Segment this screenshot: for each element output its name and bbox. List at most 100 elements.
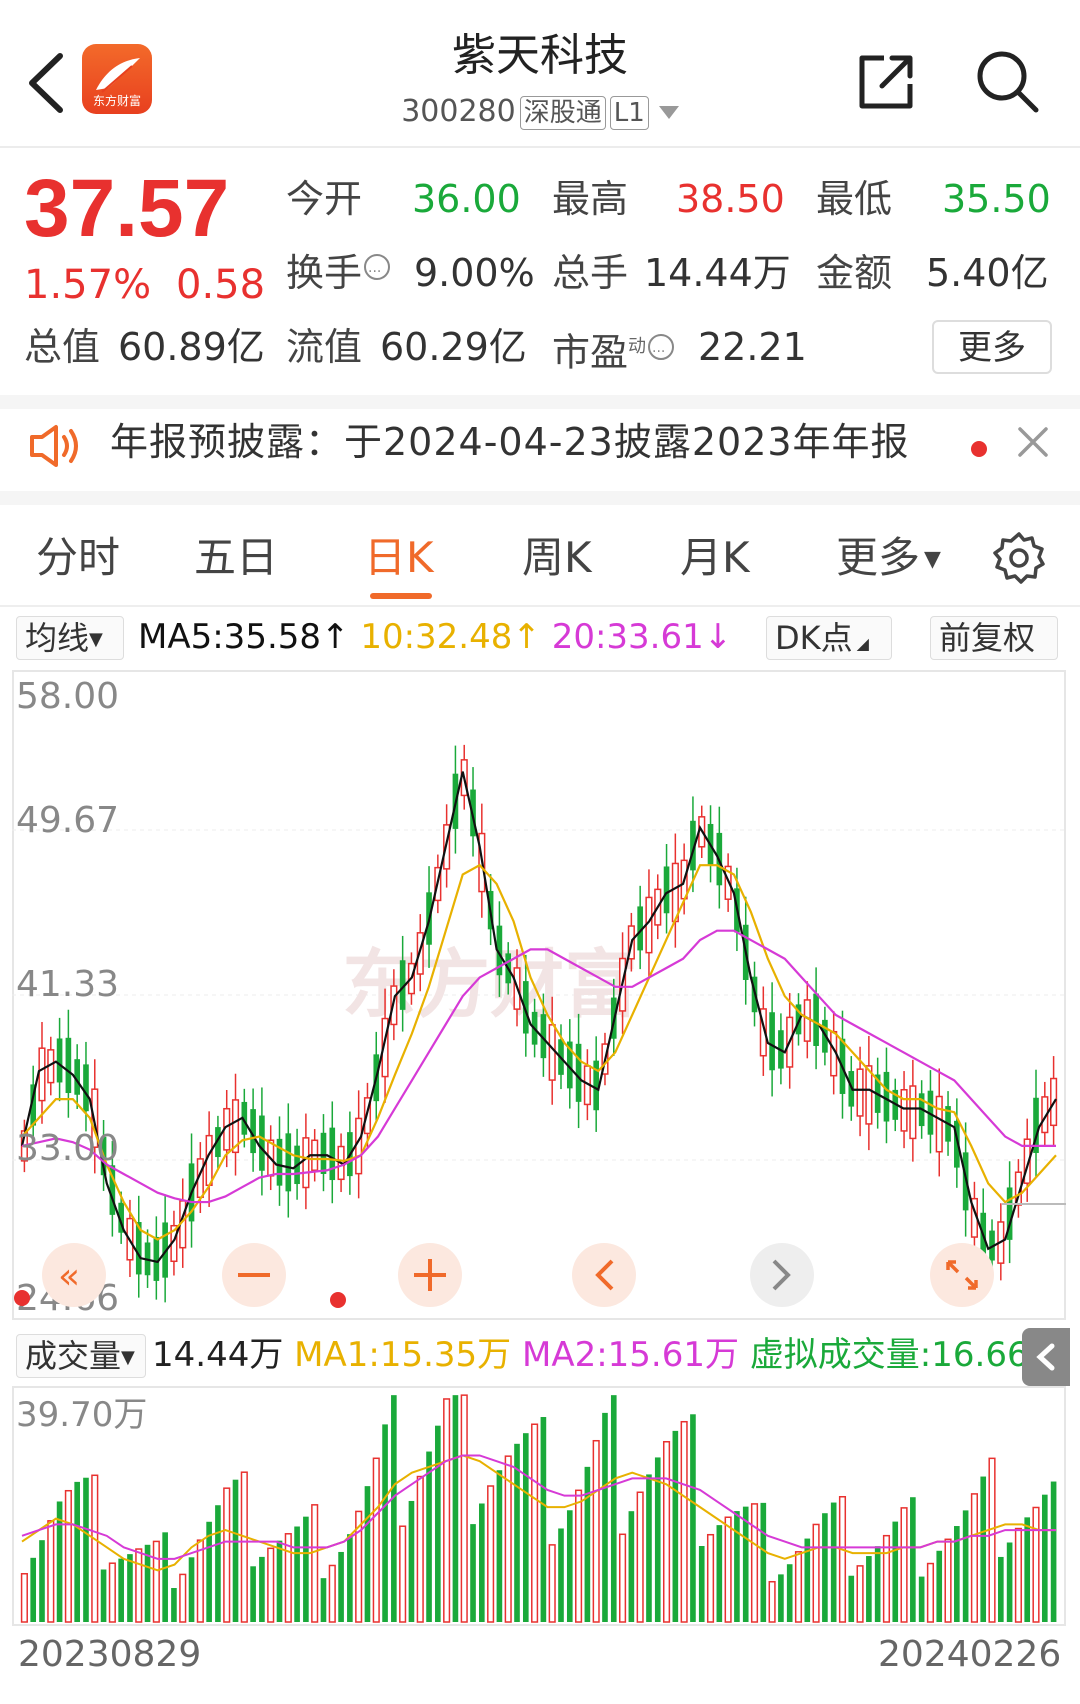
- volume-bar: [276, 1540, 283, 1622]
- volume-bar: [1032, 1506, 1040, 1623]
- event-dot[interactable]: [14, 1290, 30, 1306]
- volume-bar: [672, 1430, 679, 1622]
- volume-y-tick-max: 39.70万: [16, 1395, 147, 1435]
- tab-monthly-k[interactable]: 月K: [680, 531, 750, 585]
- volume-bar: [1041, 1494, 1048, 1622]
- volume-bar: [680, 1420, 688, 1623]
- turnover-label[interactable]: 换手: [286, 247, 391, 298]
- ma-selector[interactable]: 均线▼: [16, 616, 124, 660]
- ma20-down-arrow-icon: ↓: [703, 617, 733, 657]
- stock-name: 紫天科技: [452, 30, 628, 81]
- volume-bar: [364, 1486, 371, 1622]
- unread-dot: [971, 441, 987, 457]
- search-icon[interactable]: [972, 46, 1042, 116]
- zoom-in-button[interactable]: [398, 1243, 462, 1307]
- volume-bar: [742, 1506, 749, 1622]
- volume-bar: [566, 1510, 573, 1622]
- pe-label[interactable]: 市盈动: [552, 322, 675, 378]
- volume-bar: [838, 1496, 847, 1623]
- scroll-to-start-button[interactable]: «: [42, 1243, 106, 1307]
- change-percent: 1.57%: [24, 262, 152, 308]
- zoom-out-button[interactable]: [222, 1243, 286, 1307]
- volume-bar: [628, 1511, 635, 1622]
- indicator-selector[interactable]: 成交量▼: [16, 1334, 146, 1378]
- volume-bar: [900, 1507, 908, 1623]
- back-arrow-icon[interactable]: [22, 48, 72, 118]
- x-end-date: 20240226: [878, 1634, 1062, 1675]
- volume-bar: [372, 1457, 380, 1623]
- volume-bar: [223, 1487, 231, 1623]
- dk-point-button[interactable]: DK点 ◢: [766, 616, 892, 660]
- volume-bar: [892, 1521, 899, 1622]
- volume-bar: [39, 1540, 45, 1622]
- mktcap-label: 总值: [24, 325, 101, 369]
- volume-bar: [926, 1562, 935, 1623]
- candlestick-chart[interactable]: 东方财富 58.00 49.67 41.33 33.00 24.66 «: [12, 670, 1066, 1320]
- volume-bar: [320, 1578, 327, 1622]
- volume-bar: [706, 1533, 715, 1623]
- share-icon[interactable]: [852, 46, 922, 116]
- settings-gear-icon[interactable]: [990, 529, 1048, 587]
- event-dot[interactable]: [330, 1292, 346, 1308]
- pan-left-button[interactable]: [572, 1243, 636, 1307]
- volume-bar: [416, 1475, 424, 1623]
- tab-more[interactable]: 更多 ▼: [836, 531, 941, 587]
- high-value: 38.50: [676, 177, 785, 221]
- change-amount: 0.58: [176, 262, 266, 308]
- tab-daily-k[interactable]: 日K: [364, 531, 434, 585]
- candle: [302, 1137, 310, 1189]
- candle: [329, 1127, 336, 1181]
- volume-bar: [980, 1476, 987, 1622]
- volume-bar: [1006, 1542, 1013, 1622]
- volume-label: 总手: [552, 251, 629, 295]
- more-button[interactable]: 更多: [932, 320, 1052, 374]
- float-value: 60.29亿: [380, 325, 527, 369]
- tab-more-label: 更多: [836, 533, 921, 582]
- adjust-button[interactable]: 前复权: [930, 616, 1058, 660]
- tab-intraday[interactable]: 分时: [36, 531, 120, 585]
- logo-feather-icon: [96, 58, 140, 93]
- volume-bar: [470, 1524, 476, 1622]
- x-start-date: 20230829: [18, 1634, 202, 1675]
- virtual-volume: 虚拟成交量:16.66万: [749, 1335, 1063, 1375]
- stock-code-line[interactable]: 300280 深股通 L1: [340, 92, 740, 132]
- fullscreen-button[interactable]: [930, 1243, 994, 1307]
- indicator-selector-label: 成交量: [25, 1337, 122, 1375]
- volume-chart[interactable]: 39.70万: [12, 1386, 1066, 1626]
- volume-bar: [874, 1546, 881, 1622]
- volume-bar: [698, 1545, 705, 1622]
- volume-bar: [240, 1471, 248, 1623]
- volume-bar: [347, 1534, 353, 1622]
- volume-bar: [250, 1566, 256, 1622]
- tab-weekly-k[interactable]: 周K: [522, 531, 592, 585]
- dropdown-triangle-icon: [658, 106, 679, 119]
- volume-bar: [575, 1489, 583, 1623]
- volume-bar: [47, 1520, 55, 1623]
- mktcap-value: 60.89亿: [118, 325, 265, 369]
- volume-bar: [662, 1441, 671, 1623]
- candle: [803, 999, 811, 1042]
- dk-point-label: DK点: [775, 619, 853, 657]
- candle: [548, 1024, 556, 1081]
- pan-right-button[interactable]: [750, 1243, 814, 1307]
- notice-bar[interactable]: 年报预披露：于2024-04-23披露2023年年报: [0, 395, 1080, 505]
- volume-bar: [760, 1502, 767, 1622]
- tab-five-day[interactable]: 五日: [194, 531, 278, 585]
- volume-bar: [152, 1540, 160, 1623]
- volume-bar: [64, 1489, 72, 1623]
- candle: [935, 1095, 943, 1153]
- volume-bar: [602, 1412, 608, 1622]
- logo-text: 东方财富: [92, 94, 141, 108]
- volume-bar: [179, 1573, 187, 1623]
- close-icon[interactable]: [1016, 425, 1050, 459]
- volume-bar: [724, 1516, 732, 1623]
- volume-bar: [338, 1551, 344, 1622]
- volume-values: 14.44万 MA1:15.35万 MA2:15.61万 虚拟成交量:16.66…: [152, 1330, 1063, 1380]
- high-label: 最高: [552, 177, 629, 221]
- volume-bar: [962, 1510, 969, 1622]
- side-panel-toggle[interactable]: [1022, 1328, 1070, 1386]
- volume-bar: [944, 1538, 952, 1623]
- app-logo[interactable]: 东方财富: [82, 44, 152, 114]
- volume-bar: [83, 1477, 89, 1622]
- volume-bar: [716, 1525, 723, 1622]
